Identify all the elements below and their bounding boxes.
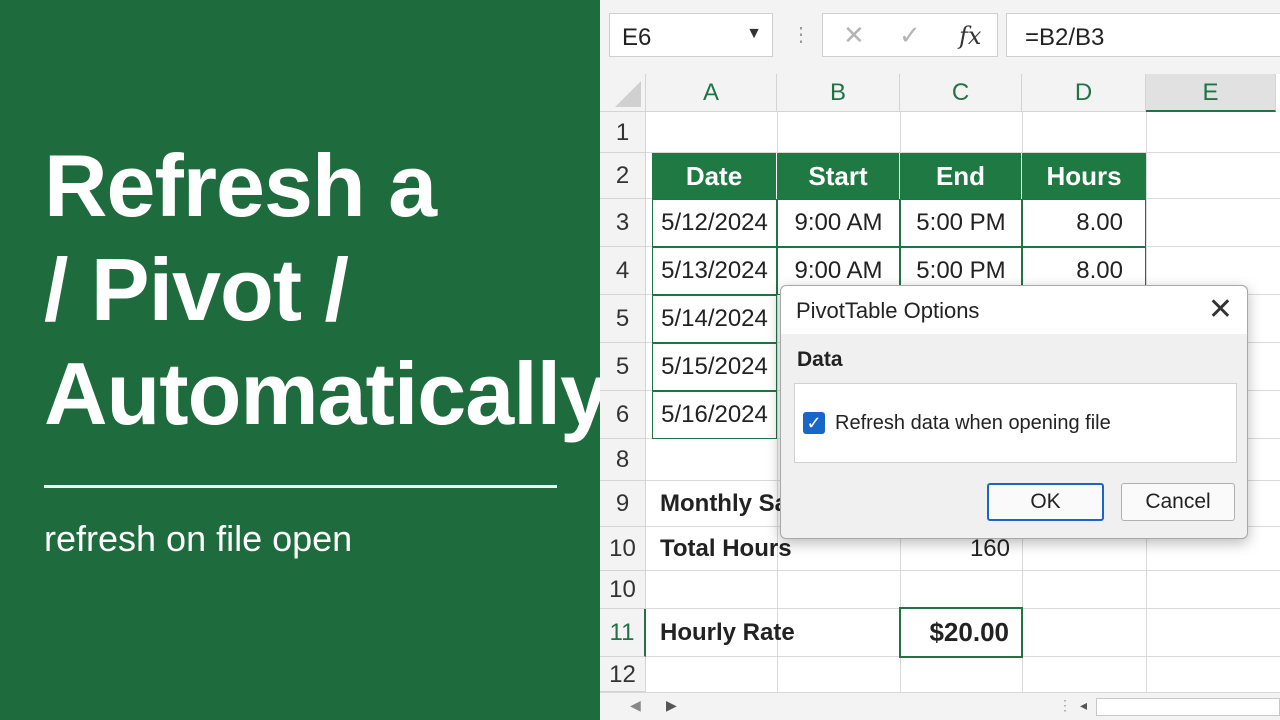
column-header-d[interactable]: D [1022, 74, 1146, 112]
formula-text: =B2/B3 [1025, 24, 1105, 51]
data-options-group: ✓ Refresh data when opening file [794, 383, 1237, 463]
insert-function-icon[interactable]: fx [959, 22, 981, 50]
table-cell-date[interactable]: 5/12/2024 [652, 199, 777, 247]
refresh-on-open-checkbox[interactable]: ✓ [803, 412, 825, 434]
table-header-hours[interactable]: Hours [1022, 153, 1146, 199]
table-cell-date[interactable]: 5/15/2024 [652, 343, 777, 391]
table-cell-end[interactable]: 5:00 PM [900, 199, 1022, 247]
name-box[interactable]: E6 ▼ [609, 13, 773, 57]
row-header-active[interactable]: 11 [600, 609, 646, 657]
formula-buttons: ✕ ✓ fx [822, 13, 998, 57]
row-header[interactable]: 4 [600, 247, 646, 295]
pivottable-options-dialog: PivotTable Options ✕ Data ✓ Refresh data… [780, 285, 1248, 539]
page-title: Refresh a / Pivot / Automatically [44, 134, 609, 446]
row-header[interactable]: 2 [600, 153, 646, 199]
dialog-titlebar[interactable]: PivotTable Options ✕ [781, 286, 1247, 334]
title-divider [44, 485, 557, 488]
table-header-end[interactable]: End [900, 153, 1022, 199]
table-header-date[interactable]: Date [652, 153, 777, 199]
subtitle: refresh on file open [44, 518, 353, 559]
row-header[interactable]: 1 [600, 112, 646, 153]
title-line-1: Refresh a [44, 136, 437, 235]
row-header[interactable]: 3 [600, 199, 646, 247]
monthly-salary-label[interactable]: Monthly Sa [660, 481, 800, 527]
name-box-value: E6 [622, 24, 652, 51]
row-header[interactable]: 8 [600, 439, 646, 481]
table-cell-date[interactable]: 5/13/2024 [652, 247, 777, 295]
row-header[interactable]: 10 [600, 571, 646, 609]
row-header[interactable]: 6 [600, 391, 646, 439]
dialog-title: PivotTable Options [796, 298, 980, 323]
cancel-formula-icon[interactable]: ✕ [843, 20, 865, 51]
formula-bar-grip-icon: ⋮ [791, 24, 811, 46]
row-header[interactable]: 9 [600, 481, 646, 527]
chevron-down-icon[interactable]: ▼ [746, 25, 762, 43]
table-header-start[interactable]: Start [777, 153, 900, 199]
row-header[interactable]: 10 [600, 527, 646, 571]
title-line-3: Automatically [44, 344, 609, 443]
column-header-e[interactable]: E [1146, 74, 1276, 112]
sheet-next-icon[interactable]: ▶ [666, 697, 677, 714]
close-icon[interactable]: ✕ [1208, 292, 1233, 327]
title-line-2: / Pivot / [44, 240, 349, 339]
row-header[interactable]: 5 [600, 295, 646, 343]
horizontal-scrollbar[interactable]: ◀ ▶ ⋮ ◂ [600, 692, 1280, 720]
data-section-title: Data [797, 348, 843, 371]
scroll-left-icon[interactable]: ◂ [1080, 697, 1087, 714]
table-cell-start[interactable]: 9:00 AM [777, 199, 900, 247]
enter-formula-icon[interactable]: ✓ [899, 20, 921, 51]
row-header[interactable]: 5 [600, 343, 646, 391]
select-all-button[interactable] [600, 74, 646, 112]
table-cell-date[interactable]: 5/14/2024 [652, 295, 777, 343]
cancel-button[interactable]: Cancel [1121, 483, 1235, 521]
column-header-b[interactable]: B [777, 74, 900, 112]
sheet-prev-icon[interactable]: ◀ [630, 697, 641, 714]
hourly-rate-label[interactable]: Hourly Rate [660, 609, 860, 657]
formula-input[interactable]: =B2/B3 [1006, 13, 1280, 57]
column-header-a[interactable]: A [646, 74, 777, 112]
table-cell-date[interactable]: 5/16/2024 [652, 391, 777, 439]
ok-button[interactable]: OK [987, 483, 1104, 521]
scroll-thumb[interactable] [1096, 698, 1280, 716]
refresh-on-open-label[interactable]: Refresh data when opening file [835, 412, 1111, 435]
title-panel: Refresh a / Pivot / Automatically refres… [0, 0, 609, 720]
row-header[interactable]: 12 [600, 657, 646, 692]
sheet-tab-grip-icon: ⋮ [1058, 697, 1072, 713]
hourly-rate-value[interactable]: $20.00 [899, 607, 1023, 658]
table-cell-hours[interactable]: 8.00 [1022, 199, 1146, 247]
column-header-c[interactable]: C [900, 74, 1022, 112]
